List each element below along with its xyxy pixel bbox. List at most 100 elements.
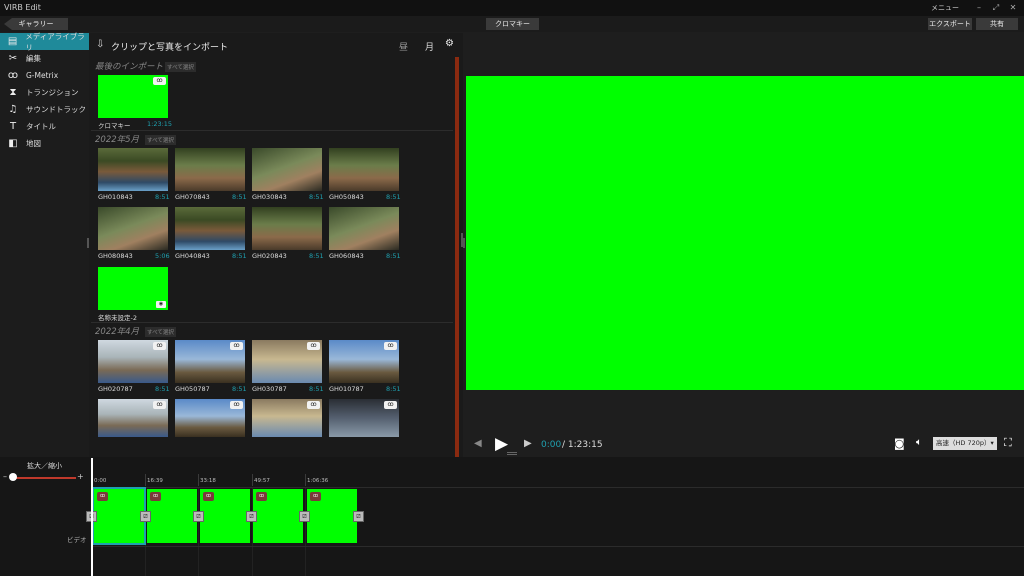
fullscreen-icon[interactable]: ⛶ [1004,436,1012,450]
volume-icon[interactable]: 🔈︎ [916,437,922,448]
clip-thumbnail[interactable]: ꝏ [252,340,322,383]
clip-thumbnail[interactable]: ꝏ [175,399,245,437]
clip-thumbnail[interactable]: ꝏ [175,340,245,383]
clip-name: クロマキー [98,122,131,130]
nav-item-edit[interactable]: ✂ 編集 [0,50,89,67]
zoom-in-button[interactable]: + [77,472,84,481]
menu-button[interactable]: メニュー [931,3,959,13]
clip-thumbnail[interactable]: ꝏ [329,399,399,437]
sort-month-button[interactable]: 月 [425,40,434,53]
section-divider [91,130,453,131]
clip-duration: 8:51 [309,252,324,260]
photo-thumbnail[interactable]: ◉ [98,267,168,310]
share-button[interactable]: 共有 [976,18,1018,30]
clip-duration: 8:51 [155,193,170,201]
virb-badge-icon: ꝏ [150,492,161,501]
clip-name: GH010787 [329,385,364,393]
restore-icon[interactable]: ⤢ [990,2,1002,14]
transition-icon[interactable]: ⧄ [299,511,310,522]
time-ruler[interactable] [92,474,1024,488]
clip-thumbnail[interactable] [329,207,399,250]
clip-thumbnail[interactable] [252,148,322,191]
clip-thumbnail[interactable] [175,148,245,191]
snapshot-camera-icon[interactable]: ◙ [894,437,905,450]
clip-thumbnail[interactable] [98,207,168,250]
video-track-label: ビデオ [67,536,87,544]
clip-duration: 8:51 [386,385,401,393]
nav-item-map[interactable]: ◧ 地図 [0,135,89,152]
ruler-tick-label: 0:00 [94,478,107,484]
playback-quality-select[interactable]: 高速（HD 720p）▾ [933,437,997,450]
minimize-icon[interactable]: – [973,2,985,14]
project-name-button[interactable]: クロマキー [486,18,539,30]
clip-thumbnail[interactable]: ꝏ [329,340,399,383]
timeline-resize-handle[interactable] [507,452,517,455]
virb-badge-icon: ꝏ [384,401,397,409]
sort-day-button[interactable]: 昼 [399,40,408,53]
clip-thumbnail[interactable]: ꝏ [98,75,168,118]
clip-thumbnail[interactable] [98,148,168,191]
clip-duration: 8:51 [386,252,401,260]
clip-thumbnail[interactable] [329,148,399,191]
zoom-slider-handle[interactable] [9,473,17,481]
clip-name: GH050787 [175,385,210,393]
video-preview[interactable] [466,76,1024,390]
zoom-out-button[interactable]: – [3,472,7,481]
zoom-slider[interactable] [12,477,76,479]
virb-badge-icon: ꝏ [153,342,166,350]
virb-badge-icon: ꝏ [203,492,214,501]
virb-badge-icon: ꝏ [153,401,166,409]
timeline-clip[interactable]: ꝏ [307,489,357,543]
preview-resize-handle[interactable] [463,238,465,248]
clip-name: GH010843 [98,193,133,201]
clip-name: GH050843 [329,193,364,201]
select-all-button[interactable]: すべて選択 [145,327,176,337]
timeline-clip[interactable]: ꝏ [200,489,250,543]
section-divider [91,322,453,323]
clip-duration: 8:51 [309,385,324,393]
nav-item-transitions[interactable]: ⧗ トランジション [0,84,89,101]
play-icon[interactable]: ▶ [495,434,508,454]
gallery-button[interactable]: ギャラリー [4,18,68,30]
transition-icon[interactable]: ⧄ [140,511,151,522]
nav-item-soundtrack[interactable]: ♫ サウンドトラック [0,101,89,118]
export-button[interactable]: エクスポート [928,18,972,30]
timeline-clip[interactable]: ꝏ [253,489,303,543]
transition-icon[interactable]: ⧄ [193,511,204,522]
previous-frame-icon[interactable]: ◀ [474,438,482,449]
nav-item-label: 編集 [26,54,41,63]
nav-item-media-library[interactable]: ▤ メディアライブラリ [0,32,89,52]
clip-name: GH080843 [98,252,133,260]
ruler-tick [145,474,146,486]
clip-thumbnail[interactable] [252,207,322,250]
transition-icon[interactable]: ⧄ [246,511,257,522]
clip-thumbnail[interactable] [175,207,245,250]
section-title: 2022年5月 [95,135,140,145]
import-icon[interactable]: ⇩ [96,39,104,50]
ruler-tick-label: 33:18 [200,478,216,484]
clip-duration: 8:51 [155,385,170,393]
clip-thumbnail[interactable]: ꝏ [98,399,168,437]
map-icon: ◧ [8,138,18,149]
library-scrollbar[interactable] [455,57,459,457]
next-frame-icon[interactable]: ▶ [524,438,532,449]
timeline-gridline [145,488,146,576]
ruler-tick-label: 16:39 [147,478,163,484]
playhead[interactable] [91,458,93,576]
ruler-tick [252,474,253,486]
gear-icon[interactable]: ⚙ [445,38,454,49]
nav-item-titles[interactable]: T タイトル [0,118,89,135]
nav-item-gmetrix[interactable]: ꝏ G-Metrix [0,67,89,84]
timeline-clip[interactable]: ꝏ [92,487,146,545]
clip-duration: 8:51 [232,385,247,393]
transition-icon[interactable]: ⧄ [353,511,364,522]
clip-thumbnail[interactable]: ꝏ [98,340,168,383]
media-library-icon: ▤ [7,36,18,47]
select-all-button[interactable]: すべて選択 [165,62,196,72]
timeline-clip[interactable]: ꝏ [147,489,197,543]
clip-name: GH060843 [329,252,364,260]
import-button[interactable]: クリップと写真をインポート [111,40,228,53]
select-all-button[interactable]: すべて選択 [145,135,176,145]
close-icon[interactable]: ✕ [1007,2,1019,14]
clip-thumbnail[interactable]: ꝏ [252,399,322,437]
